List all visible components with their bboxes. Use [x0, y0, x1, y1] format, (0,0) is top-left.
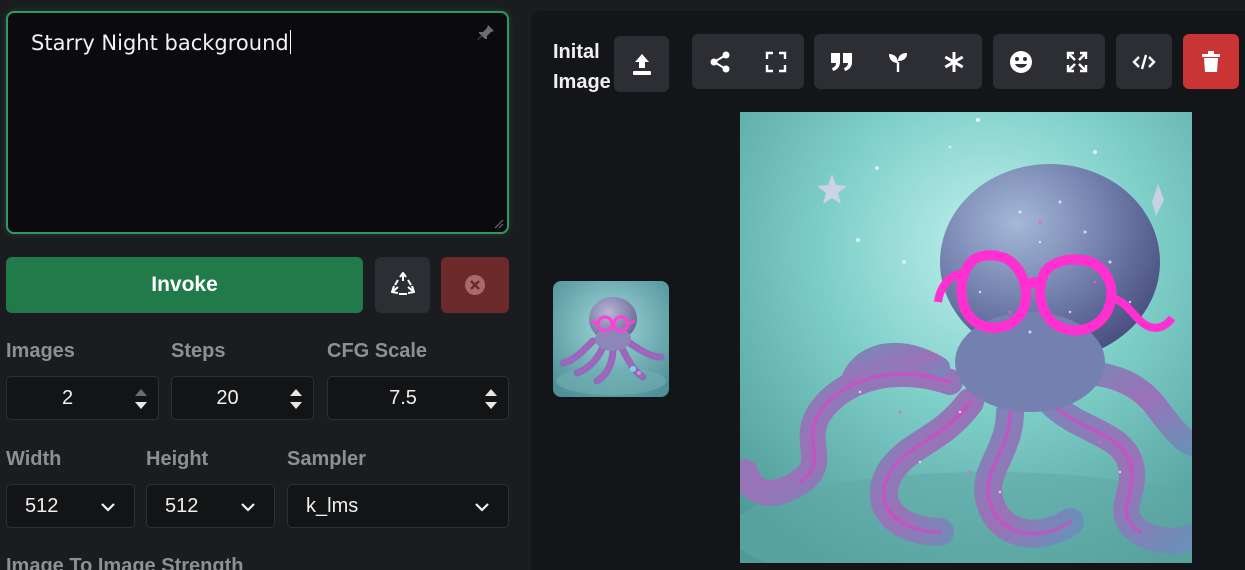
use-prompt-button[interactable] — [814, 34, 870, 89]
image-viewer-panel: Inital Image — [531, 11, 1245, 570]
metadata-button[interactable] — [1116, 34, 1172, 89]
cancel-button[interactable] — [441, 257, 509, 313]
cancel-icon — [465, 275, 485, 295]
chevron-down-icon — [475, 503, 489, 512]
face-restore-button[interactable] — [993, 34, 1049, 89]
sampler-select[interactable]: k_lms — [287, 484, 509, 528]
fullscreen-icon — [765, 51, 787, 72]
options-panel: Starry Night background Invoke Images St… — [0, 0, 520, 570]
height-select[interactable]: 512 — [146, 484, 275, 528]
use-all-params-button[interactable] — [926, 34, 982, 89]
images-input[interactable]: 2 — [6, 376, 159, 420]
pin-icon[interactable] — [476, 23, 496, 43]
chevron-down-icon — [241, 503, 255, 512]
trash-icon — [1202, 50, 1220, 72]
seed-icon — [889, 52, 907, 72]
current-image[interactable] — [740, 112, 1192, 563]
stepper-icon[interactable] — [289, 387, 303, 411]
share-button[interactable] — [692, 34, 748, 89]
quote-icon — [831, 52, 852, 71]
reuse-group — [814, 34, 982, 89]
asterisk-icon — [944, 51, 964, 72]
prompt-textarea[interactable]: Starry Night background — [6, 11, 509, 234]
recycle-icon — [390, 272, 415, 295]
height-label: Height — [146, 448, 209, 470]
code-icon — [1132, 54, 1156, 69]
invoke-button[interactable]: Invoke — [6, 257, 363, 313]
upload-button[interactable] — [614, 36, 669, 92]
upload-icon — [632, 54, 651, 75]
images-label: Images — [6, 340, 75, 362]
expand-icon — [1066, 51, 1088, 72]
stepper-icon[interactable] — [134, 387, 148, 411]
initial-image-label: Inital Image — [553, 41, 611, 93]
resize-handle-icon[interactable] — [494, 219, 504, 229]
steps-label: Steps — [171, 340, 226, 362]
use-seed-button[interactable] — [870, 34, 926, 89]
cfg-scale-input[interactable]: 7.5 — [327, 376, 509, 420]
share-group — [692, 34, 804, 89]
upscale-button[interactable] — [1049, 34, 1105, 89]
sampler-label: Sampler — [287, 448, 366, 470]
fullscreen-button[interactable] — [748, 34, 804, 89]
delete-image-button[interactable] — [1183, 34, 1239, 89]
postprocess-group — [993, 34, 1105, 89]
metadata-group — [1116, 34, 1172, 89]
prompt-text[interactable]: Starry Night background — [31, 30, 291, 55]
face-icon — [1010, 50, 1032, 73]
chevron-down-icon — [101, 503, 115, 512]
initial-image-thumbnail[interactable] — [553, 281, 669, 397]
steps-input[interactable]: 20 — [171, 376, 314, 420]
width-select[interactable]: 512 — [6, 484, 135, 528]
width-label: Width — [6, 448, 62, 470]
use-all-button[interactable] — [375, 257, 430, 313]
img2img-strength-label: Image To Image Strength — [6, 555, 244, 570]
cfg-scale-label: CFG Scale — [327, 340, 428, 362]
share-icon — [710, 51, 730, 72]
stepper-icon[interactable] — [484, 387, 498, 411]
